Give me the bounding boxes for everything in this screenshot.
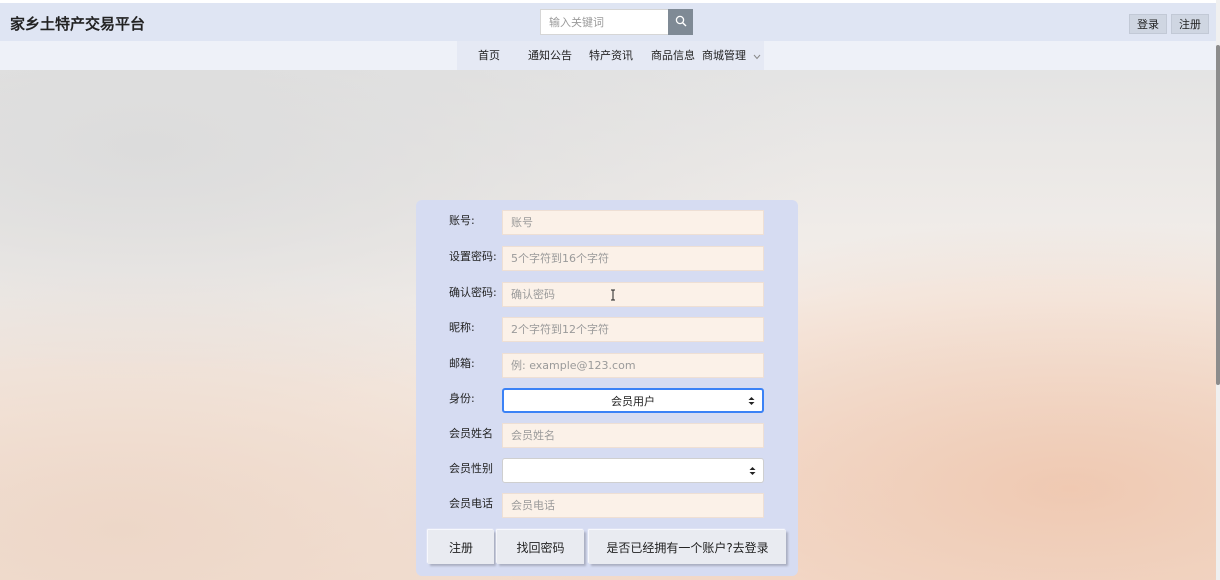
register-button[interactable]: 注册 xyxy=(428,530,494,564)
account-label: 账号: xyxy=(449,214,475,227)
password-input[interactable] xyxy=(502,246,764,271)
recover-password-button[interactable]: 找回密码 xyxy=(497,530,584,564)
header-login-button[interactable]: 登录 xyxy=(1129,14,1167,34)
select-arrows-icon xyxy=(748,396,755,405)
nav-bar: 首页 通知公告 特产资讯 商品信息 商城管理 xyxy=(0,41,1216,70)
nickname-input[interactable] xyxy=(502,317,764,342)
search-icon xyxy=(675,15,687,30)
go-login-button[interactable]: 是否已经拥有一个账户?去登录 xyxy=(589,530,786,564)
member-gender-label: 会员性别 xyxy=(449,462,493,475)
text-cursor-icon xyxy=(610,289,616,301)
select-arrows-icon xyxy=(749,466,756,475)
register-form-card: 账号: 设置密码: 确认密码: 昵称: 邮箱: 身份: 会员用户 会员姓名 会员… xyxy=(416,200,798,576)
member-name-input[interactable] xyxy=(502,423,764,448)
nav-item-home[interactable]: 首页 xyxy=(478,47,500,63)
confirm-password-input[interactable] xyxy=(502,282,764,307)
nav-item-notices[interactable]: 通知公告 xyxy=(528,47,572,63)
password-label: 设置密码: xyxy=(449,250,497,263)
account-input[interactable] xyxy=(502,210,764,235)
email-input[interactable] xyxy=(502,353,764,378)
member-phone-label: 会员电话 xyxy=(449,497,493,510)
nav-item-mall-management[interactable]: 商城管理 xyxy=(702,47,761,63)
nickname-label: 昵称: xyxy=(449,321,475,334)
nav-item-products[interactable]: 商品信息 xyxy=(651,47,695,63)
search-box xyxy=(540,9,693,35)
member-name-label: 会员姓名 xyxy=(449,427,493,440)
site-title: 家乡土特产交易平台 xyxy=(10,15,146,33)
role-select-value: 会员用户 xyxy=(611,394,655,408)
search-button[interactable] xyxy=(668,9,693,35)
nav-item-mall-management-label: 商城管理 xyxy=(702,49,746,62)
top-header: 家乡土特产交易平台 登录 注册 xyxy=(0,3,1216,41)
chevron-down-icon xyxy=(753,50,761,63)
search-input[interactable] xyxy=(540,9,668,35)
header-register-button[interactable]: 注册 xyxy=(1171,14,1209,34)
role-select[interactable]: 会员用户 xyxy=(502,388,764,413)
member-phone-input[interactable] xyxy=(502,493,764,518)
email-label: 邮箱: xyxy=(449,357,475,370)
member-gender-select[interactable] xyxy=(502,458,764,483)
role-label: 身份: xyxy=(449,392,475,405)
nav-item-specialty-news[interactable]: 特产资讯 xyxy=(589,47,633,63)
page-scrollbar-thumb[interactable] xyxy=(1216,45,1220,385)
nav-menu: 首页 通知公告 特产资讯 商品信息 商城管理 xyxy=(457,41,764,70)
confirm-password-label: 确认密码: xyxy=(449,286,497,299)
